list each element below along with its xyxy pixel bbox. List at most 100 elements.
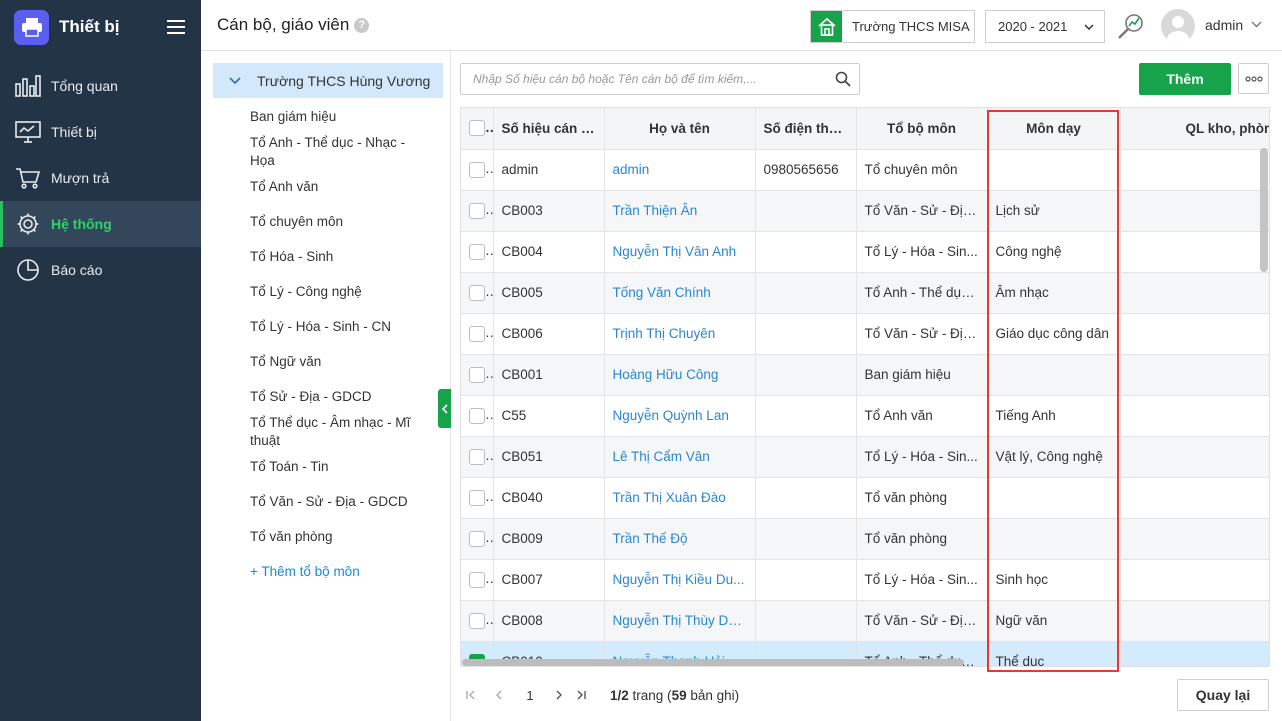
tree-item[interactable]: Tổ Lý - Công nghệ <box>250 283 420 301</box>
table-row[interactable]: CB006 Trịnh Thị Chuyên Tổ Văn - Sử - Địa .… <box>461 313 1269 355</box>
user-name[interactable]: admin <box>1205 17 1243 33</box>
row-checkbox[interactable] <box>469 448 485 465</box>
help-icon[interactable]: ? <box>354 17 370 33</box>
sidebar-item-he-thong[interactable]: Hệ thống <box>0 201 201 247</box>
hamburger-menu-icon[interactable] <box>167 20 185 34</box>
table-row[interactable]: CB004 Nguyễn Thị Vân Anh Tổ Lý - Hóa - Sin… <box>461 231 1269 273</box>
add-button[interactable]: Thêm <box>1139 63 1231 95</box>
row-checkbox[interactable] <box>469 243 485 260</box>
tree-item[interactable]: Tổ Hóa - Sinh <box>250 248 420 266</box>
row-checkbox[interactable] <box>469 284 485 301</box>
tree-item[interactable]: Tổ Thể dục - Âm nhạc - Mĩ thuật <box>250 414 420 450</box>
search-icon[interactable] <box>835 71 851 90</box>
tree-item[interactable]: Tổ Ngữ văn <box>250 353 420 371</box>
row-checkbox[interactable] <box>469 325 485 342</box>
table-row[interactable]: admin admin 0980565656 Tổ chuyên môn <box>461 149 1269 191</box>
table-row[interactable]: C55 Nguyễn Quỳnh Lan Tổ Anh văn Tiếng Anh <box>461 395 1269 437</box>
cell-name[interactable]: Nguyễn Thị Vân Anh <box>604 231 756 273</box>
horizontal-scrollbar[interactable] <box>462 659 964 666</box>
cell-name[interactable]: Hoàng Hữu Công <box>604 354 756 396</box>
row-checkbox[interactable] <box>469 161 485 178</box>
cell-room <box>1120 395 1269 437</box>
school-year-select[interactable]: 2020 - 2021 <box>985 10 1105 43</box>
sidebar-item-label: Báo cáo <box>51 262 103 278</box>
cell-phone <box>755 272 857 314</box>
last-page-icon[interactable] <box>570 688 592 703</box>
sidebar-nav: Tổng quan Thiết bị Mượn trả Hệ thống Báo… <box>0 63 201 293</box>
sidebar-item-tong-quan[interactable]: Tổng quan <box>0 63 201 109</box>
avatar[interactable] <box>1161 9 1195 43</box>
column-header[interactable]: QL kho, phòng <box>1120 108 1269 150</box>
cell-id: admin <box>493 149 605 191</box>
tree-item[interactable]: Tổ chuyên môn <box>250 213 420 231</box>
column-header[interactable]: Họ và tên <box>604 108 756 150</box>
tree-item[interactable]: Tổ Văn - Sử - Địa - GDCD <box>250 493 420 511</box>
top-header: Cán bộ, giáo viên ? Trường THCS MISA 202… <box>201 0 1282 51</box>
collapse-panel-button[interactable] <box>438 389 451 428</box>
tree-item[interactable]: Tổ Anh - Thể dục - Nhạc - Họa <box>250 134 420 170</box>
table-row[interactable]: CB040 Trần Thị Xuân Đào Tổ văn phòng <box>461 477 1269 519</box>
cell-name[interactable]: Trịnh Thị Chuyên <box>604 313 756 355</box>
cell-name[interactable]: Nguyễn Quỳnh Lan <box>604 395 756 437</box>
row-checkbox[interactable] <box>469 202 485 219</box>
school-selector[interactable]: Trường THCS MISA <box>810 10 975 43</box>
table-row[interactable]: CB008 Nguyễn Thị Thùy Du... Tổ Văn - Sử - … <box>461 600 1269 642</box>
cell-id: CB007 <box>493 559 605 601</box>
sidebar-item-bao-cao[interactable]: Báo cáo <box>0 247 201 293</box>
search-input[interactable] <box>461 64 821 94</box>
cell-name[interactable]: Trần Thiện Ân <box>604 190 756 232</box>
row-checkbox-cell <box>461 313 494 355</box>
back-button[interactable]: Quay lại <box>1177 679 1269 711</box>
page-fraction: 1/2 <box>610 687 629 703</box>
column-header[interactable]: Tổ bộ môn <box>856 108 988 150</box>
tree-item[interactable]: Tổ Sử - Địa - GDCD <box>250 388 420 406</box>
row-checkbox[interactable] <box>469 489 485 506</box>
tree-item[interactable]: Ban giám hiệu <box>250 108 420 126</box>
cell-dept: Tổ văn phòng <box>856 477 988 519</box>
vertical-scrollbar[interactable] <box>1260 148 1268 272</box>
cell-phone: 0980565656 <box>755 149 857 191</box>
school-year-value: 2020 - 2021 <box>998 19 1068 34</box>
row-checkbox[interactable] <box>469 571 485 588</box>
column-header[interactable]: Số điện thoại <box>755 108 857 150</box>
cell-name[interactable]: admin <box>604 149 756 191</box>
page-info-text-end: bản ghi) <box>686 687 740 703</box>
cell-name[interactable]: Nguyễn Thị Thùy Du... <box>604 600 756 642</box>
prev-page-icon[interactable] <box>488 688 510 703</box>
tree-item[interactable]: Tổ Lý - Hóa - Sinh - CN <box>250 318 420 336</box>
table-row[interactable]: CB005 Tống Văn Chính Tổ Anh - Thể dục... Âm… <box>461 272 1269 314</box>
row-checkbox[interactable] <box>469 366 485 383</box>
cell-name[interactable]: Nguyễn Thị Kiều Du... <box>604 559 756 601</box>
column-header[interactable]: Môn dạy <box>987 108 1121 150</box>
cell-name[interactable]: Trần Thị Xuân Đào <box>604 477 756 519</box>
tree-item[interactable]: Tổ văn phòng <box>250 528 420 546</box>
select-all-checkbox[interactable] <box>469 120 485 137</box>
cell-subject: Sinh học <box>987 559 1121 601</box>
tree-root-school[interactable]: Trường THCS Hùng Vương <box>213 63 443 98</box>
table-row[interactable]: CB009 Trần Thế Độ Tổ văn phòng <box>461 518 1269 560</box>
next-page-icon[interactable] <box>548 688 570 703</box>
table-row[interactable]: CB001 Hoàng Hữu Công Ban giám hiệu <box>461 354 1269 396</box>
table-row[interactable]: CB007 Nguyễn Thị Kiều Du... Tổ Lý - Hóa - … <box>461 559 1269 601</box>
table-row[interactable]: CB003 Trần Thiện Ân Tổ Văn - Sử - Địa ... L… <box>461 190 1269 232</box>
cell-name[interactable]: Lê Thị Cẩm Vân <box>604 436 756 478</box>
sidebar-item-muon-tra[interactable]: Mượn trả <box>0 155 201 201</box>
add-department-link[interactable]: + Thêm tổ bộ môn <box>250 563 420 581</box>
cell-name[interactable]: Trần Thế Độ <box>604 518 756 560</box>
search-chart-icon[interactable] <box>1116 12 1146 42</box>
chevron-down-icon[interactable] <box>1251 17 1262 31</box>
tree-item[interactable]: Tổ Anh văn <box>250 178 420 196</box>
cell-dept: Tổ Lý - Hóa - Sin... <box>856 436 988 478</box>
current-page[interactable]: 1 <box>518 688 542 703</box>
sidebar-item-thiet-bi[interactable]: Thiết bị <box>0 109 201 155</box>
row-checkbox[interactable] <box>469 530 485 547</box>
first-page-icon[interactable] <box>460 688 482 703</box>
row-checkbox[interactable] <box>469 407 485 424</box>
tree-item[interactable]: Tổ Toán - Tin <box>250 458 420 476</box>
table-row[interactable]: CB051 Lê Thị Cẩm Vân Tổ Lý - Hóa - Sin... V… <box>461 436 1269 478</box>
cell-room <box>1120 272 1269 314</box>
more-options-button[interactable] <box>1238 63 1269 94</box>
column-header[interactable]: Số hiệu cán bộ <box>493 108 605 150</box>
cell-name[interactable]: Tống Văn Chính <box>604 272 756 314</box>
row-checkbox[interactable] <box>469 612 485 629</box>
